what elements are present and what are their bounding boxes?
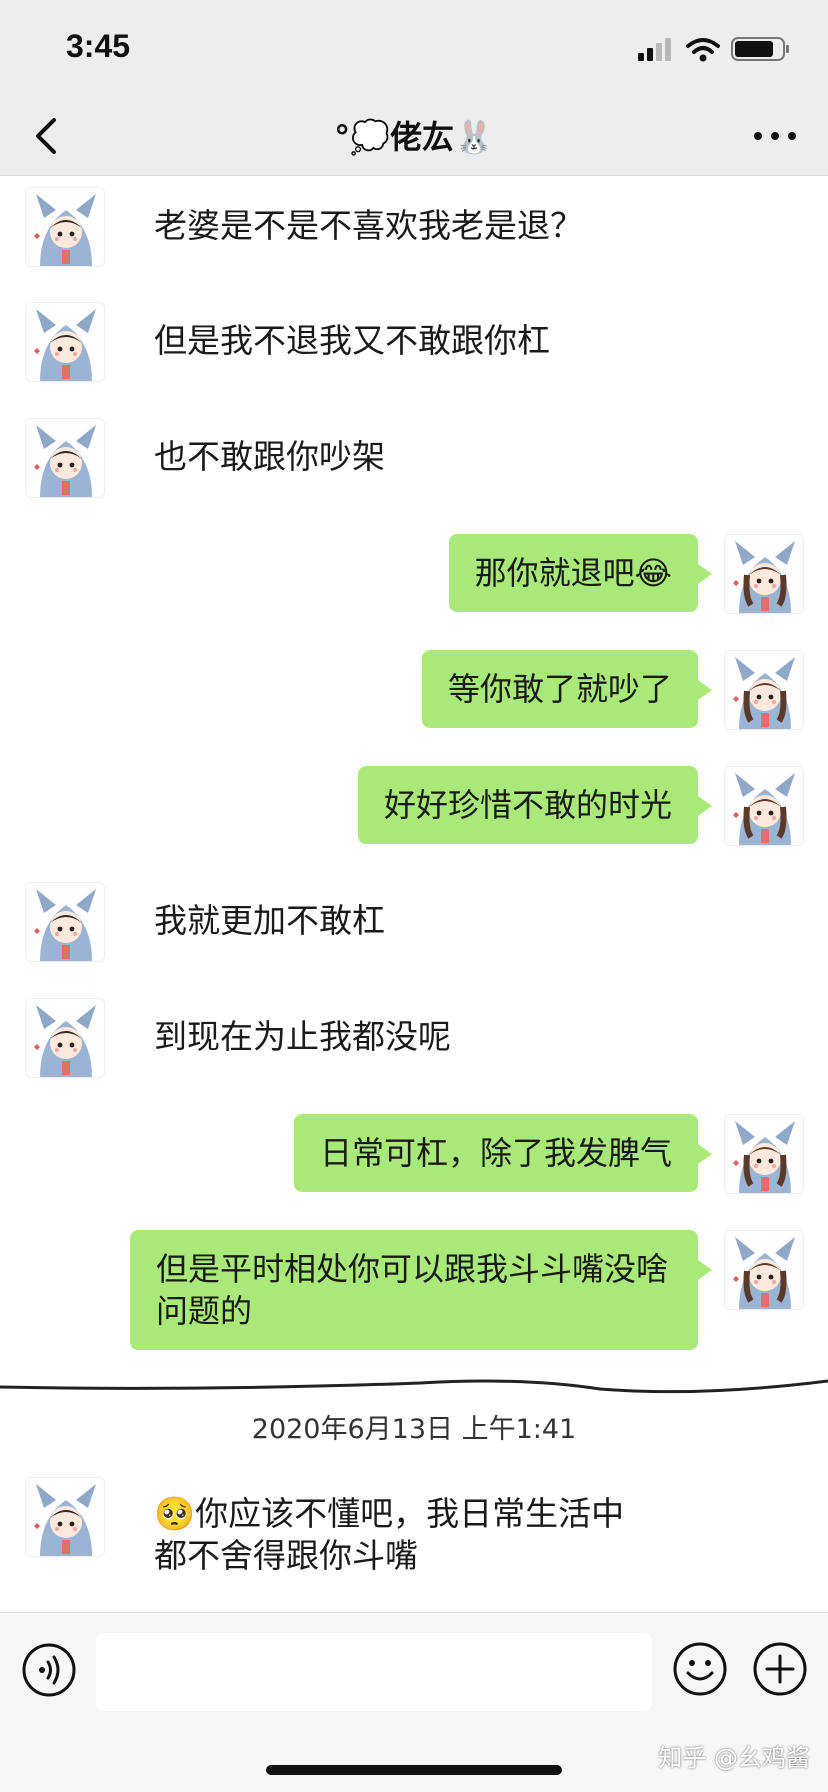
nav-bar: °💭佬厷🐰 — [0, 96, 828, 176]
plus-button[interactable] — [752, 1641, 808, 1697]
more-button[interactable] — [752, 122, 798, 150]
my-avatar[interactable] — [724, 534, 804, 614]
chat-title: °💭佬厷🐰 — [334, 118, 494, 156]
message-bubble[interactable]: 好好珍惜不敢的时光 — [357, 766, 713, 844]
message-row: 老婆是不是不喜欢我老是退？ — [0, 187, 828, 269]
contact-avatar[interactable] — [25, 1477, 105, 1557]
message-text[interactable]: 🥺你应该不懂吧，我日常生活中都不舍得跟你斗嘴 — [154, 1493, 654, 1577]
message-bubble[interactable]: 等你敢了就吵了 — [421, 650, 713, 728]
contact-avatar[interactable] — [25, 418, 105, 498]
emoji-button[interactable] — [672, 1641, 728, 1697]
contact-avatar[interactable] — [25, 187, 105, 267]
message-text[interactable]: 我就更加不敢杠 — [154, 900, 385, 942]
message-row: 日常可杠，除了我发脾气 — [0, 1114, 828, 1196]
my-avatar[interactable] — [724, 1230, 804, 1310]
contact-avatar[interactable] — [25, 302, 105, 382]
message-text[interactable]: 到现在为止我都没呢 — [154, 1016, 451, 1058]
message-text[interactable]: 但是我不退我又不敢跟你杠 — [154, 320, 550, 362]
status-bar: 3:45 — [0, 0, 828, 96]
background-scribble — [0, 1379, 828, 1394]
message-bubble[interactable]: 但是平时相处你可以跟我斗斗嘴没啥问题的 — [130, 1230, 712, 1350]
battery-icon — [731, 37, 789, 61]
message-text[interactable]: 老婆是不是不喜欢我老是退？ — [154, 205, 583, 247]
contact-avatar[interactable] — [25, 882, 105, 962]
voice-button[interactable] — [22, 1643, 76, 1697]
message-row: 也不敢跟你吵架 — [0, 418, 828, 500]
contact-avatar[interactable] — [25, 998, 105, 1078]
message-row: 但是平时相处你可以跟我斗斗嘴没啥问题的 — [0, 1230, 828, 1354]
my-avatar[interactable] — [724, 766, 804, 846]
message-row: 好好珍惜不敢的时光 — [0, 766, 828, 848]
message-row: 我就更加不敢杠 — [0, 882, 828, 964]
message-bubble[interactable]: 那你就退吧😂 — [448, 534, 713, 612]
message-row: 但是我不退我又不敢跟你杠 — [0, 302, 828, 384]
message-row: 那你就退吧😂 — [0, 534, 828, 616]
message-text[interactable]: 也不敢跟你吵架 — [154, 436, 385, 478]
chat-timestamp: 2020年6月13日 上午1:41 — [251, 1414, 577, 1445]
message-row: 🥺你应该不懂吧，我日常生活中都不舍得跟你斗嘴 — [0, 1477, 828, 1601]
message-row: 等你敢了就吵了 — [0, 650, 828, 732]
my-avatar[interactable] — [724, 1114, 804, 1194]
status-time: 3:45 — [66, 28, 131, 64]
zhihu-watermark: 知乎 @幺鸡酱 — [658, 1744, 810, 1772]
status-icons — [638, 37, 789, 62]
message-input[interactable] — [96, 1633, 652, 1711]
message-bubble[interactable]: 日常可杠，除了我发脾气 — [293, 1114, 713, 1192]
signal-icon — [638, 38, 671, 61]
chat-messages[interactable]: 老婆是不是不喜欢我老是退？ 但是我不退我又不敢跟你杠 也不敢跟你吵架 那你就退吧… — [0, 177, 828, 1611]
my-avatar[interactable] — [724, 650, 804, 730]
wifi-icon — [686, 38, 720, 62]
home-indicator[interactable] — [266, 1765, 562, 1775]
message-row: 到现在为止我都没呢 — [0, 998, 828, 1080]
